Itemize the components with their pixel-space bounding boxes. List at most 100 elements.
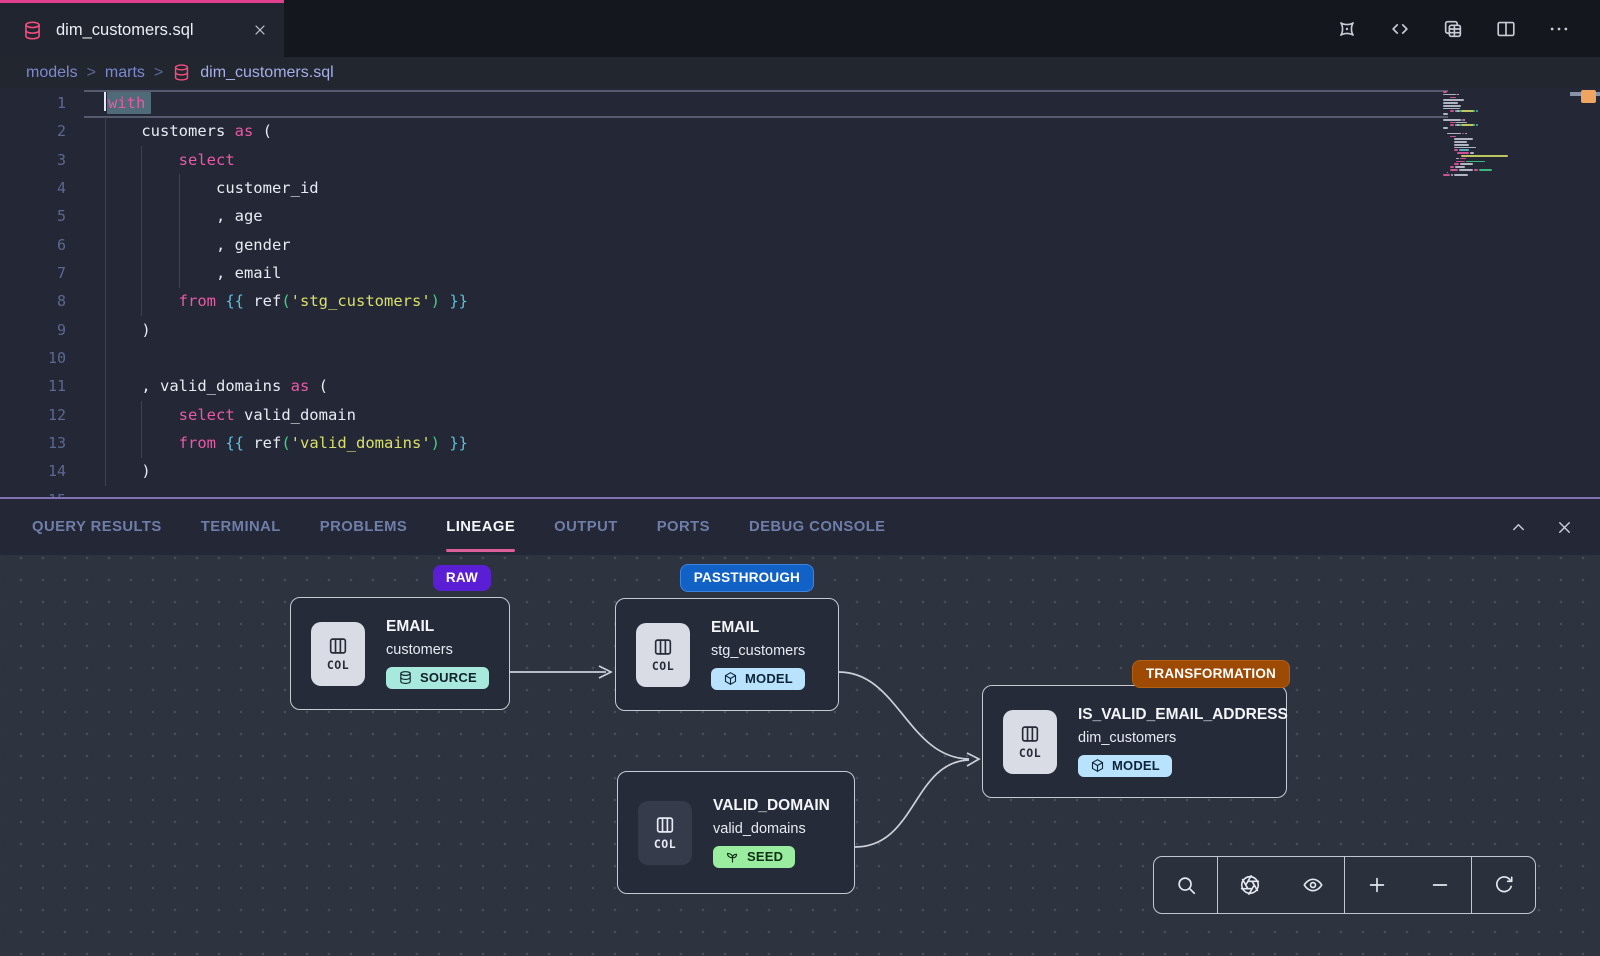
code-text: , gender	[104, 231, 291, 259]
line-number: 12	[0, 401, 66, 429]
node-model-name: valid_domains	[713, 821, 830, 837]
code-text: select	[104, 146, 235, 174]
close-icon[interactable]	[1555, 518, 1574, 537]
code-text: from {{ ref('stg_customers') }}	[104, 287, 468, 315]
code-line[interactable]: 7 , email	[0, 259, 1440, 287]
line-number: 13	[0, 429, 66, 457]
code-icon[interactable]	[1389, 18, 1411, 40]
refresh-button[interactable]	[1472, 857, 1535, 913]
plus-icon	[1366, 874, 1388, 896]
columns-icon	[654, 814, 676, 836]
chevron-up-icon[interactable]	[1509, 518, 1528, 537]
toolbar-group	[1472, 857, 1535, 913]
breadcrumb: models>marts>dim_customers.sql	[0, 57, 1600, 88]
panel-tab-ports[interactable]: PORTS	[657, 499, 710, 555]
cube-icon	[723, 671, 738, 686]
columns-icon	[327, 635, 349, 657]
code-line[interactable]: 10	[0, 344, 1440, 372]
scrollbar-marker[interactable]	[1581, 90, 1596, 103]
search-button[interactable]	[1154, 857, 1217, 913]
node-type-label: SEED	[747, 849, 783, 864]
node-type-badge: MODEL	[711, 668, 805, 690]
eye-icon	[1302, 874, 1324, 896]
code-line[interactable]: 14 )	[0, 457, 1440, 485]
eye-button[interactable]	[1281, 857, 1344, 913]
node-column-name: EMAIL	[386, 618, 489, 636]
column-chip: COL	[638, 801, 692, 865]
node-tag-raw: RAW	[433, 565, 491, 591]
line-number: 15	[0, 486, 66, 497]
code-line[interactable]: 4 customer_id	[0, 174, 1440, 202]
code-text: , valid_domains as (	[104, 372, 328, 400]
lineage-node-dim_customers[interactable]: COL IS_VALID_EMAIL_ADDRESS dim_customers…	[982, 685, 1287, 798]
database-icon	[22, 20, 43, 41]
code-line[interactable]: 12 select valid_domain	[0, 401, 1440, 429]
node-column-name: EMAIL	[711, 619, 805, 637]
tab-dim-customers-sql[interactable]: dim_customers.sql	[0, 0, 284, 57]
panel-tab-problems[interactable]: PROBLEMS	[320, 499, 407, 555]
panel-tab-lineage[interactable]: LINEAGE	[446, 499, 515, 555]
line-number: 9	[0, 316, 66, 344]
dbt-logo-icon[interactable]	[1336, 18, 1358, 40]
node-model-name: stg_customers	[711, 643, 805, 659]
column-chip: COL	[1003, 710, 1057, 774]
line-number: 2	[0, 117, 66, 145]
code-line[interactable]: 9 )	[0, 316, 1440, 344]
minus-button[interactable]	[1408, 857, 1471, 913]
code-line[interactable]: 8 from {{ ref('stg_customers') }}	[0, 287, 1440, 315]
code-text: , email	[104, 259, 281, 287]
code-line[interactable]: 15	[0, 486, 1440, 497]
code-text: customer_id	[104, 174, 319, 202]
code-line[interactable]: 3 select	[0, 146, 1440, 174]
edge-arrowhead	[599, 666, 611, 678]
code-line[interactable]: 11 , valid_domains as (	[0, 372, 1440, 400]
lineage-node-customers[interactable]: COL EMAIL customers SOURCE RAW	[290, 597, 510, 710]
lineage-toolbar	[1153, 856, 1536, 914]
lineage-node-valid_domains[interactable]: COL VALID_DOMAIN valid_domains SEED	[617, 771, 855, 894]
breadcrumb-item-marts[interactable]: marts	[105, 64, 145, 82]
panel-tab-bar: QUERY RESULTS TERMINAL PROBLEMS LINEAGE OUTP…	[0, 497, 1600, 555]
split-editor-icon[interactable]	[1495, 18, 1517, 40]
breadcrumb-item-models[interactable]: models	[26, 64, 78, 82]
minus-icon	[1429, 874, 1451, 896]
close-tab-icon[interactable]	[252, 22, 268, 38]
toolbar-group	[1345, 857, 1472, 913]
column-chip-label: COL	[1019, 746, 1041, 760]
code-text: customers as (	[104, 117, 272, 145]
line-number: 4	[0, 174, 66, 202]
edge-valid-domains-to-dim	[855, 760, 969, 847]
code-text: with	[104, 89, 151, 117]
column-chip-label: COL	[327, 658, 349, 672]
lineage-canvas[interactable]: COL EMAIL customers SOURCE RAW COL EMAIL…	[0, 555, 1600, 956]
code-line[interactable]: 5 , age	[0, 202, 1440, 230]
code-text: )	[104, 316, 151, 344]
node-type-badge: SEED	[713, 846, 795, 868]
toolbar-group	[1218, 857, 1345, 913]
editor-tab-bar: dim_customers.sql	[0, 0, 1600, 57]
edge-arrowhead	[967, 753, 979, 766]
panel-tab-query-results[interactable]: QUERY RESULTS	[32, 499, 162, 555]
code-lines: 1with2 customers as (3 select4 customer_…	[0, 89, 1440, 497]
more-icon[interactable]	[1548, 18, 1570, 40]
code-line[interactable]: 2 customers as (	[0, 117, 1440, 145]
aperture-button[interactable]	[1218, 857, 1281, 913]
node-type-label: SOURCE	[420, 670, 477, 685]
breadcrumb-file[interactable]: dim_customers.sql	[200, 64, 333, 82]
panel-tab-output[interactable]: OUTPUT	[554, 499, 618, 555]
lineage-node-stg_customers[interactable]: COL EMAIL stg_customers MODEL PASSTHROUG…	[615, 598, 839, 711]
panel-tab-debug-console[interactable]: DEBUG CONSOLE	[749, 499, 886, 555]
tab-label: dim_customers.sql	[56, 21, 239, 40]
editor-actions	[1336, 0, 1600, 57]
node-column-name: VALID_DOMAIN	[713, 797, 830, 815]
breadcrumb-separator: >	[154, 64, 163, 82]
copy-table-icon[interactable]	[1442, 18, 1464, 40]
code-text: from {{ ref('valid_domains') }}	[104, 429, 468, 457]
minimap[interactable]	[1443, 91, 1538, 177]
code-line[interactable]: 1with	[0, 89, 1440, 117]
column-chip-label: COL	[652, 659, 674, 673]
code-line[interactable]: 13 from {{ ref('valid_domains') }}	[0, 429, 1440, 457]
plus-button[interactable]	[1345, 857, 1408, 913]
code-editor[interactable]: 1with2 customers as (3 select4 customer_…	[0, 88, 1600, 497]
panel-tab-terminal[interactable]: TERMINAL	[201, 499, 281, 555]
code-line[interactable]: 6 , gender	[0, 231, 1440, 259]
